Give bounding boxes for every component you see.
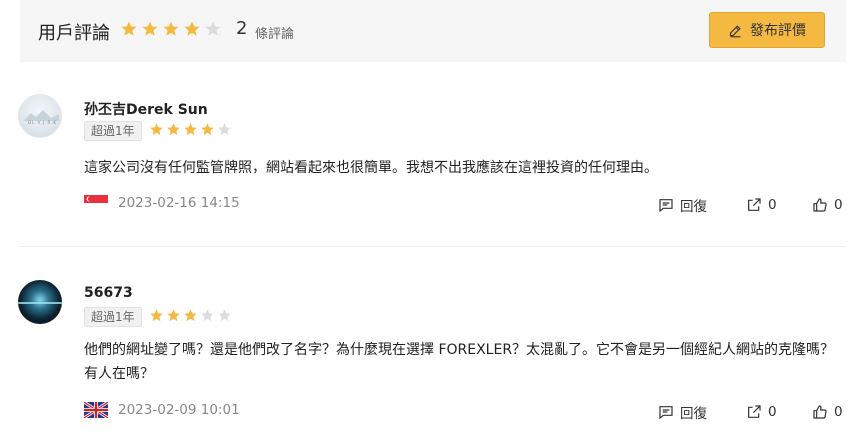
star-empty-icon: [218, 123, 231, 136]
membership-badge: 超過1年: [84, 121, 142, 141]
star-empty-icon: [205, 21, 221, 36]
reviews-header: 用戶評論 2 條評論 發布評價: [20, 0, 846, 62]
star-icon: [184, 123, 197, 136]
review-timestamp: 2023-02-16 14:15: [118, 195, 240, 211]
thumbs-up-icon: [813, 405, 827, 419]
review-actions: 回復 0 0: [658, 195, 843, 215]
like-count: 0: [834, 404, 843, 420]
avatar-text: DL V.J.R.K: [28, 120, 58, 125]
star-icon: [150, 123, 163, 136]
reply-button[interactable]: 回復: [658, 402, 746, 422]
uk-flag-icon: [84, 402, 108, 418]
review-rating: [149, 122, 232, 137]
star-icon: [121, 21, 137, 36]
thumbs-up-icon: [813, 198, 827, 212]
star-icon: [150, 309, 163, 322]
review-timestamp: 2023-02-09 10:01: [118, 402, 240, 418]
avatar[interactable]: [18, 280, 62, 324]
share-count: 0: [768, 197, 777, 213]
review-divider: [20, 246, 846, 247]
review-count: 2: [236, 18, 248, 39]
reply-label: 回復: [680, 406, 707, 422]
post-review-button[interactable]: 發布評價: [709, 12, 825, 48]
share-button[interactable]: 0: [746, 404, 812, 420]
reply-button[interactable]: 回復: [658, 195, 746, 215]
reply-label: 回復: [680, 199, 707, 215]
comment-icon: [659, 406, 673, 420]
review-actions: 回復 0 0: [658, 402, 843, 422]
singapore-flag-icon: [84, 195, 108, 211]
star-icon: [184, 309, 197, 322]
avatar[interactable]: DL V.J.R.K: [18, 94, 62, 138]
review-content: 他們的網址變了嗎？還是他們改了名字？為什麼現在選擇 FOREXLER？太混亂了。…: [84, 342, 835, 382]
star-icon: [163, 21, 179, 36]
share-icon: [748, 405, 761, 418]
post-review-label: 發布評價: [750, 23, 806, 39]
review-username[interactable]: 56673: [84, 285, 133, 301]
star-empty-icon: [201, 309, 214, 322]
comment-icon: [659, 199, 673, 213]
like-button[interactable]: 0: [812, 197, 843, 213]
review-username[interactable]: 孙丕吉Derek Sun: [84, 99, 208, 119]
share-count: 0: [768, 404, 777, 420]
like-count: 0: [834, 197, 843, 213]
share-icon: [748, 198, 761, 211]
star-icon: [201, 123, 214, 136]
star-icon: [167, 309, 180, 322]
avatar-horizon: [18, 302, 62, 304]
review-content: 這家公司沒有任何監管牌照，網站看起來也很簡單。我想不出我應該在這裡投資的任何理由…: [84, 160, 658, 176]
star-empty-icon: [218, 309, 231, 322]
like-button[interactable]: 0: [812, 404, 843, 420]
overall-rating: [120, 20, 222, 38]
membership-badge: 超過1年: [84, 307, 142, 327]
star-icon: [184, 21, 200, 36]
review-rating: [149, 308, 232, 323]
review-meta: 2023-02-16 14:15: [84, 195, 240, 211]
star-icon: [167, 123, 180, 136]
section-title: 用戶評論: [38, 23, 110, 44]
review-count-label: 條評論: [255, 27, 295, 42]
pencil-icon: [729, 24, 741, 37]
star-icon: [142, 21, 158, 36]
share-button[interactable]: 0: [746, 197, 812, 213]
review-meta: 2023-02-09 10:01: [84, 402, 240, 418]
